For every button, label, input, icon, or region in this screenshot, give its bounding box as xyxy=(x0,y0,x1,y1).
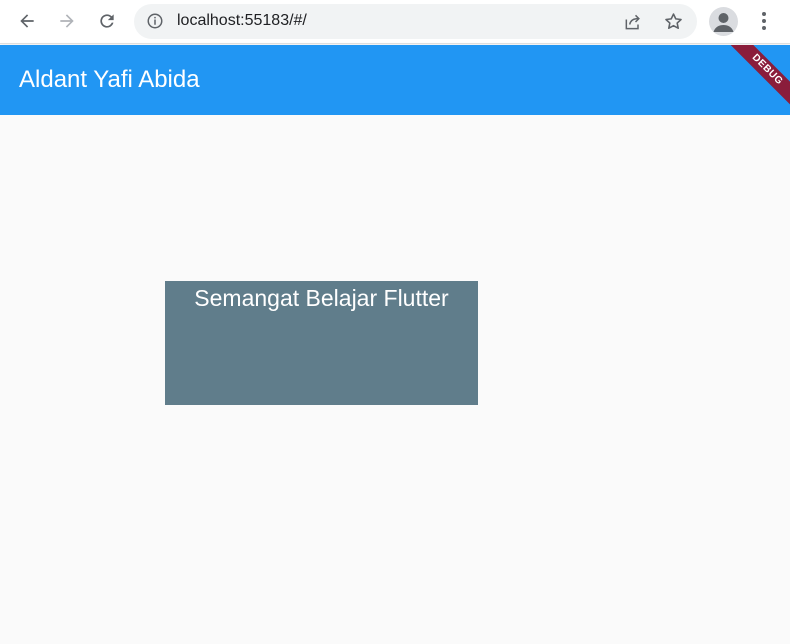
url-text[interactable]: localhost:55183/#/ xyxy=(177,12,307,30)
forward-button[interactable] xyxy=(52,6,82,36)
info-icon[interactable] xyxy=(146,12,164,30)
browser-toolbar: localhost:55183/#/ xyxy=(0,0,790,44)
arrow-right-icon xyxy=(60,14,74,28)
star-icon[interactable] xyxy=(663,11,684,32)
profile-button[interactable] xyxy=(709,7,738,36)
message-text: Semangat Belajar Flutter xyxy=(194,285,449,311)
person-icon xyxy=(713,13,734,32)
reload-button[interactable] xyxy=(92,6,122,36)
message-container: Semangat Belajar Flutter xyxy=(165,281,478,405)
app-bar: Aldant Yafi Abida DEBUG xyxy=(0,45,790,115)
address-bar[interactable]: localhost:55183/#/ xyxy=(134,4,697,39)
back-button[interactable] xyxy=(12,6,42,36)
reload-icon xyxy=(100,14,114,28)
app-title: Aldant Yafi Abida xyxy=(19,66,200,93)
page-body: Semangat Belajar Flutter xyxy=(0,115,790,644)
debug-banner: DEBUG xyxy=(722,45,790,115)
arrow-left-icon xyxy=(20,14,34,28)
share-icon[interactable] xyxy=(623,12,643,32)
more-vert-icon[interactable] xyxy=(753,9,775,33)
